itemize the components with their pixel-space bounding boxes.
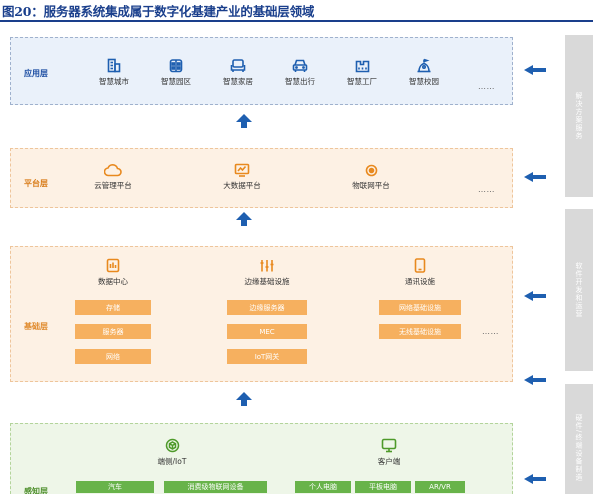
app-item-label: 智慧工厂 [347, 77, 377, 86]
platform-layer-label: 平台层 [24, 179, 48, 188]
platform-item-label: 物联网平台 [352, 181, 390, 190]
platform-more-ellipsis: …… [478, 185, 495, 194]
base-layer: 基础层 数据中心 存储 服务器 网络 边缘基础设施 边缘服务器 MEC IoT网… [10, 246, 513, 382]
sense-box-car: 汽车 [76, 481, 154, 493]
phone-icon [414, 258, 426, 273]
side-panel-software: 软件开发和运营 [565, 209, 593, 371]
screen-icon [381, 438, 397, 453]
sense-group-label: 客户端 [377, 457, 401, 466]
base-group-label: 通讯设施 [405, 277, 435, 286]
title-divider [0, 20, 593, 22]
left-arrow-icon [524, 172, 546, 182]
base-box-wireless-infra: 无线基础设施 [379, 324, 461, 339]
factory-icon [355, 60, 369, 73]
side-panel-solution-label: 解决方案服务 [575, 92, 583, 140]
base-group-communication: 通讯设施 [379, 258, 461, 287]
application-layer: 应用层 智慧城市 智慧园区 智慧家居 智慧出行 智慧工厂 智慧校园 …… [10, 37, 513, 105]
base-group-label: 边缘基础设施 [244, 277, 290, 286]
figure-title: 图20：服务器系统集成属于数字化基建产业的基础层领域 [2, 4, 315, 19]
building-icon [107, 58, 121, 73]
base-box-mec: MEC [227, 324, 307, 339]
platform-item-bigdata: 大数据平台 [211, 163, 273, 191]
base-layer-label: 基础层 [24, 322, 48, 331]
sensing-layer-label: 感知层 [24, 487, 48, 494]
up-arrow-icon [236, 392, 252, 406]
sensing-layer: 感知层 端侧/IoT 汽车 消费级物联网设备 客户端 个人电脑 平板电脑 AR/… [10, 423, 513, 494]
app-item-smart-travel: 智慧出行 [269, 58, 331, 87]
base-box-network-infra: 网络基础设施 [379, 300, 461, 315]
sense-box-pc: 个人电脑 [295, 481, 351, 493]
cube-icon [165, 438, 179, 453]
school-icon [417, 58, 431, 73]
app-item-smart-home: 智慧家居 [207, 58, 269, 87]
app-item-label: 智慧城市 [99, 77, 129, 86]
app-more-ellipsis: …… [478, 82, 495, 91]
up-arrow-icon [236, 114, 252, 128]
monitor-chart-icon [234, 163, 250, 177]
car-icon [292, 59, 308, 72]
app-item-smart-campus: 智慧校园 [393, 58, 455, 87]
left-arrow-icon [524, 65, 546, 75]
app-item-smart-factory: 智慧工厂 [331, 58, 393, 87]
base-group-label: 数据中心 [98, 277, 128, 286]
cloud-icon [104, 164, 122, 177]
base-more-ellipsis: …… [482, 327, 499, 336]
platform-item-iot: 物联网平台 [340, 164, 402, 191]
base-group-edge: 边缘基础设施 [227, 258, 307, 287]
left-arrow-icon [524, 474, 546, 484]
side-panel-hardware: 硬件/终端设备制造 [565, 384, 593, 494]
sense-box-arvr: AR/VR [415, 481, 465, 493]
sense-group-client: 客户端 [354, 438, 424, 467]
datacenter-icon [106, 258, 120, 273]
app-item-label: 智慧校园 [409, 77, 439, 86]
platform-layer: 平台层 云管理平台 大数据平台 物联网平台 …… [10, 148, 513, 208]
app-item-label: 智慧出行 [285, 77, 315, 86]
iot-icon [365, 164, 377, 177]
base-box-iot-gateway: IoT网关 [227, 349, 307, 364]
up-arrow-icon [236, 212, 252, 226]
application-layer-label: 应用层 [24, 69, 48, 78]
platform-item-label: 大数据平台 [223, 181, 261, 190]
sense-group-label: 端侧/IoT [157, 457, 187, 466]
edge-icon [260, 260, 274, 272]
sense-box-consumer-iot: 消费级物联网设备 [164, 481, 267, 493]
sofa-icon [230, 59, 246, 72]
app-item-smart-city: 智慧城市 [83, 58, 145, 87]
base-box-edge-server: 边缘服务器 [227, 300, 307, 315]
base-box-storage: 存储 [75, 300, 151, 315]
app-item-label: 智慧园区 [161, 77, 191, 86]
side-panel-hardware-label: 硬件/终端设备制造 [575, 414, 583, 482]
left-arrow-icon [524, 375, 546, 385]
sense-group-iot: 端侧/IoT [137, 438, 207, 467]
base-group-datacenter: 数据中心 [75, 258, 151, 287]
sense-box-tablet: 平板电脑 [355, 481, 411, 493]
base-box-network: 网络 [75, 349, 151, 364]
app-item-label: 智慧家居 [223, 77, 253, 86]
app-item-smart-park: 智慧园区 [145, 58, 207, 87]
platform-item-cloud: 云管理平台 [82, 163, 144, 191]
campus-icon [169, 59, 183, 73]
platform-item-label: 云管理平台 [94, 181, 132, 190]
left-arrow-icon [524, 291, 546, 301]
side-panel-solution: 解决方案服务 [565, 35, 593, 197]
side-panel-software-label: 软件开发和运营 [575, 262, 583, 318]
base-box-server: 服务器 [75, 324, 151, 339]
